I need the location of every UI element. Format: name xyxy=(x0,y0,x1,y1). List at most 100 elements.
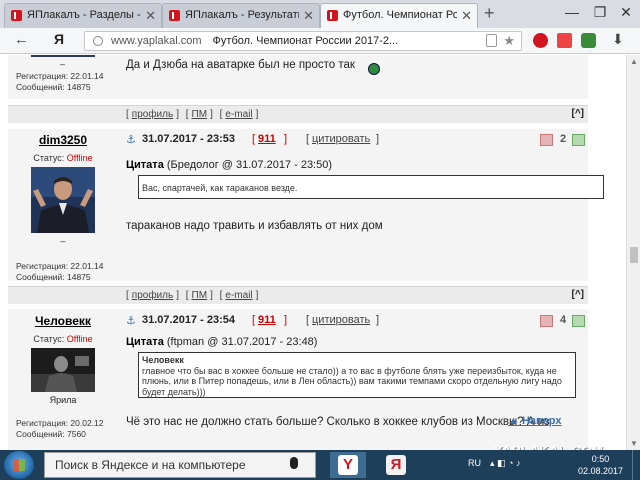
new-tab-button[interactable]: + xyxy=(484,3,495,24)
quote-label: Цитата xyxy=(126,336,164,348)
microphone-icon[interactable] xyxy=(290,457,298,469)
user-message-count: Сообщений: 14875 xyxy=(16,272,91,282)
vote-down-icon[interactable] xyxy=(540,134,553,146)
inner-quote-author: Человекк xyxy=(142,355,184,365)
anchor-icon[interactable]: ⚓ xyxy=(126,133,136,146)
pm-link[interactable]: ПМ xyxy=(192,109,208,120)
user-message-count: Сообщений: 14875 xyxy=(16,82,91,92)
site-info-icon[interactable] xyxy=(93,36,103,46)
post-date: 31.07.2017 - 23:54 xyxy=(142,314,235,326)
tab-title: Футбол. Чемпионат Росси xyxy=(343,9,457,21)
tab-football-championship[interactable]: Футбол. Чемпионат Росси ✕ xyxy=(320,3,478,28)
system-clock[interactable]: 0:50 02.08.2017 xyxy=(578,453,623,477)
vote-count: 2 xyxy=(560,133,567,145)
tab-close-icon[interactable]: ✕ xyxy=(303,8,314,24)
smiley-icon xyxy=(368,63,380,75)
taskbar-search-box[interactable]: Поиск в Яндексе и на компьютере xyxy=(44,452,316,478)
yandex-button[interactable]: Я xyxy=(54,31,64,47)
quote-box: Вас, спартачей, как тараканов везде. xyxy=(138,175,604,199)
quote-source: (ftpman @ 31.07.2017 - 23:48) xyxy=(166,336,318,348)
user-status: Статус: Offline xyxy=(8,334,118,344)
post-text: Да и Дзюба на аватарке был не просто так xyxy=(126,59,355,71)
back-to-top-link[interactable]: ▲ Наверх xyxy=(508,415,561,427)
email-link[interactable]: e-mail xyxy=(225,290,252,301)
scroll-up-link[interactable]: [^] xyxy=(572,108,585,119)
user-mood: – xyxy=(60,59,66,69)
user-mood: Ярила xyxy=(49,395,77,405)
user-mood: – xyxy=(60,236,66,246)
user-status: Статус: Offline xyxy=(8,153,118,163)
tab-close-icon[interactable]: ✕ xyxy=(461,8,472,24)
scroll-up-arrow-icon[interactable]: ▲ xyxy=(630,57,638,66)
post-text: Чё это нас не должно стать больше? Сколь… xyxy=(126,416,550,428)
pm-link[interactable]: ПМ xyxy=(192,290,208,301)
vote-down-icon[interactable] xyxy=(540,315,553,327)
search-placeholder: Поиск в Яндексе и на компьютере xyxy=(55,458,246,472)
post-footer: [профиль] [ПМ] [e-mail] [^] xyxy=(8,286,588,304)
user-nickname[interactable]: dim3250 xyxy=(8,133,118,147)
tab-yaplakal-sections[interactable]: ЯПлакалъ - Разделы -> Ци ✕ xyxy=(4,3,162,28)
quote-link[interactable]: цитировать xyxy=(312,133,370,145)
profile-link[interactable]: профиль xyxy=(132,290,173,301)
yaplakal-favicon-icon xyxy=(169,10,180,21)
vote-up-icon[interactable] xyxy=(572,134,585,146)
anchor-icon[interactable]: ⚓ xyxy=(126,314,136,327)
yaplakal-favicon-icon xyxy=(327,10,338,21)
language-indicator[interactable]: RU xyxy=(468,458,481,468)
maximize-button[interactable]: ❐ xyxy=(590,4,610,21)
close-window-button[interactable]: ✕ xyxy=(616,4,636,21)
reader-mode-icon[interactable] xyxy=(486,34,497,47)
windows-start-button[interactable] xyxy=(4,451,34,479)
show-desktop-button[interactable] xyxy=(632,450,640,480)
post-text: тараканов надо травить и избавлять от ни… xyxy=(126,220,383,232)
status-label: Статус: xyxy=(33,334,65,344)
profile-link[interactable]: профиль xyxy=(132,109,173,120)
post-number-link[interactable]: 911 xyxy=(258,314,276,326)
back-to-top-label: Наверх xyxy=(521,415,562,427)
forum-post: Человекк Статус: Offline Ярила Регистрац… xyxy=(8,314,588,450)
forum-page: – Регистрация: 22.01.14 Сообщений: 14875… xyxy=(0,55,626,450)
post-header: ⚓ 31.07.2017 - 23:53 [ 911 ] [ цитироват… xyxy=(126,133,588,151)
clock-time: 0:50 xyxy=(591,454,610,464)
taskbar-app-yandex-browser[interactable]: Y xyxy=(330,452,366,478)
scroll-up-link[interactable]: [^] xyxy=(572,289,585,300)
quote-header: Цитата (ftpman @ 31.07.2017 - 23:48) xyxy=(126,336,317,348)
scrollbar-thumb[interactable] xyxy=(630,247,638,263)
adblock-extension-icon[interactable] xyxy=(581,33,596,48)
bookmark-star-icon[interactable]: ★ xyxy=(503,33,515,49)
page-scrollbar[interactable]: ▲ ▼ xyxy=(626,55,640,450)
browser-tab-bar: ЯПлакалъ - Разделы -> Ци ✕ ЯПлакалъ - Ре… xyxy=(0,0,640,28)
minimize-button[interactable]: — xyxy=(562,4,582,20)
yandex-app-icon: Я xyxy=(386,455,406,475)
tab-close-icon[interactable]: ✕ xyxy=(145,8,156,24)
yaplakal-favicon-icon xyxy=(11,10,22,21)
quote-link[interactable]: цитировать xyxy=(312,314,370,326)
user-avatar xyxy=(31,167,95,236)
address-field[interactable]: www.yaplakal.com Футбол. Чемпионат Росси… xyxy=(84,31,522,51)
vote-up-icon[interactable] xyxy=(572,315,585,327)
yandex-browser-icon: Y xyxy=(338,455,358,475)
user-registration-date: Регистрация: 20.02.12 xyxy=(16,418,104,428)
clock-date: 02.08.2017 xyxy=(578,466,624,476)
yandex-mail-icon[interactable] xyxy=(557,33,572,48)
quote-text: Вас, спартачей, как тараканов везде. xyxy=(142,183,298,193)
scroll-down-arrow-icon[interactable]: ▼ xyxy=(630,439,638,448)
tab-yaplakal-search[interactable]: ЯПлакалъ - Результаты пои ✕ xyxy=(162,3,320,28)
user-nickname[interactable]: Человекк xyxy=(8,314,118,328)
post-header: ⚓ 31.07.2017 - 23:54 [ 911 ] [ цитироват… xyxy=(126,314,588,332)
address-toolbar: ← Я www.yaplakal.com Футбол. Чемпионат Р… xyxy=(0,28,640,54)
quote-box: Человекк главное что бы вас в хоккее бол… xyxy=(138,352,576,398)
tray-icons[interactable]: ▴ ◧ ◔ ♪ xyxy=(490,458,520,469)
post-number-link[interactable]: 911 xyxy=(258,133,276,145)
url-domain: www.yaplakal.com xyxy=(111,35,202,47)
quote-header: Цитата (Бредолог @ 31.07.2017 - 23:50) xyxy=(126,159,332,171)
back-arrow-icon[interactable]: ← xyxy=(14,31,29,48)
url-page-title: Футбол. Чемпионат России 2017-2... xyxy=(212,35,399,47)
forum-post: dim3250 Статус: Offline – Регистрация: 2… xyxy=(8,133,604,283)
user-avatar xyxy=(31,348,95,395)
tab-title: ЯПлакалъ - Результаты пои xyxy=(185,9,299,21)
taskbar-app-yandex[interactable]: Я xyxy=(378,452,414,478)
email-link[interactable]: e-mail xyxy=(225,109,252,120)
download-icon[interactable]: ⬇ xyxy=(612,31,624,48)
yandex-extension-icon[interactable] xyxy=(533,33,548,48)
